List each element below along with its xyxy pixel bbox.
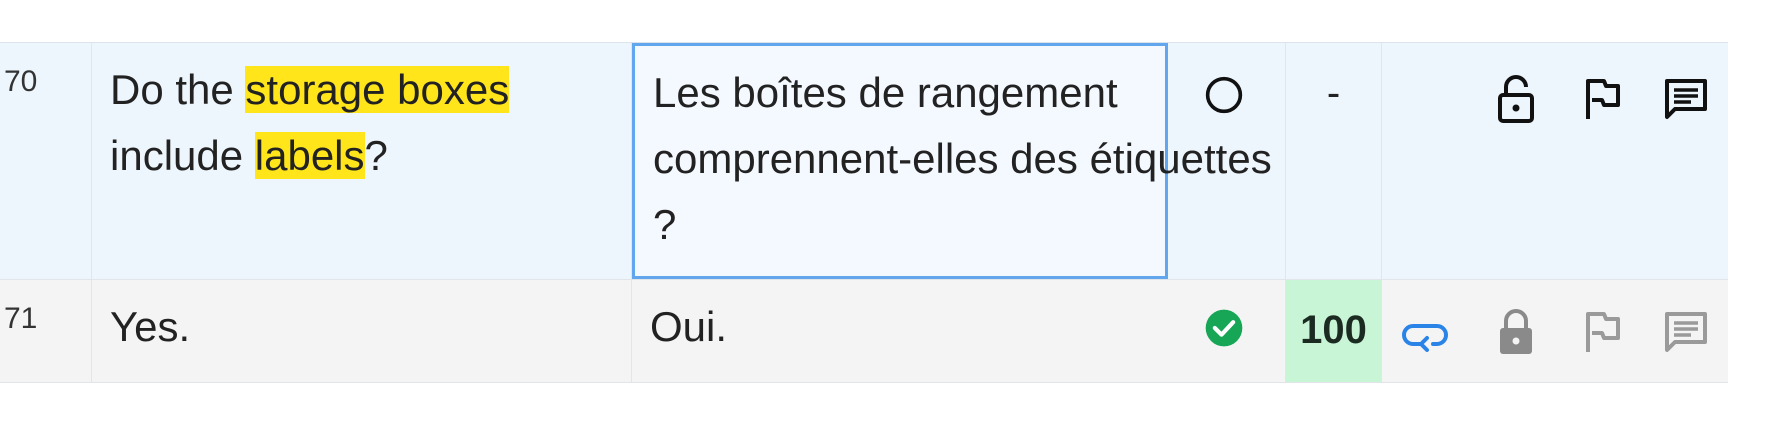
target-text[interactable]: Oui. <box>650 294 1270 360</box>
target-text[interactable]: Les boîtes de rangement comprennent-elle… <box>653 60 1273 258</box>
lock-open-icon[interactable] <box>1490 73 1542 125</box>
segment-number: 70 <box>4 65 38 98</box>
segment-row[interactable]: 70 Do the storage boxes include labels? … <box>0 42 1728 280</box>
repeat-icon[interactable] <box>1400 306 1452 358</box>
comment-icon[interactable] <box>1660 306 1712 358</box>
segment-number: 71 <box>4 302 38 335</box>
segment-number-cell: 71 <box>0 280 92 382</box>
flag-icon[interactable] <box>1576 306 1628 358</box>
source-text-part: include <box>110 132 255 179</box>
term-highlight[interactable]: storage boxes <box>245 66 510 113</box>
source-cell: Do the storage boxes include labels? <box>92 43 632 279</box>
match-score-cell: 100 <box>1286 280 1382 382</box>
status-unconfirmed-icon[interactable] <box>1204 75 1244 115</box>
target-editor[interactable]: Les boîtes de rangement comprennent-elle… <box>632 43 1272 279</box>
source-text-part: Do the <box>110 66 246 113</box>
lock-closed-icon[interactable] <box>1490 306 1542 358</box>
status-confirmed-icon[interactable] <box>1204 308 1244 348</box>
source-cell: Yes. <box>92 280 632 382</box>
segment-row[interactable]: 71 Yes. Oui. 100 <box>0 280 1728 383</box>
segment-actions <box>1382 43 1728 279</box>
source-text-part: Yes. <box>110 303 191 350</box>
target-cell[interactable]: Les boîtes de rangement comprennent-elle… <box>632 43 1286 279</box>
source-text: Do the storage boxes include labels? <box>110 57 610 189</box>
segment-actions <box>1382 280 1728 382</box>
flag-icon[interactable] <box>1576 73 1628 125</box>
segment-grid: 70 Do the storage boxes include labels? … <box>0 42 1728 383</box>
match-score: 100 <box>1300 308 1367 352</box>
term-highlight[interactable]: labels <box>254 132 365 179</box>
source-text: Yes. <box>110 294 610 360</box>
match-score-cell: - <box>1286 43 1382 279</box>
segment-number-cell: 70 <box>0 43 92 279</box>
match-score: - <box>1326 71 1341 115</box>
target-cell[interactable]: Oui. <box>632 280 1286 382</box>
comment-icon[interactable] <box>1660 73 1712 125</box>
source-text-part: ? <box>364 132 388 179</box>
